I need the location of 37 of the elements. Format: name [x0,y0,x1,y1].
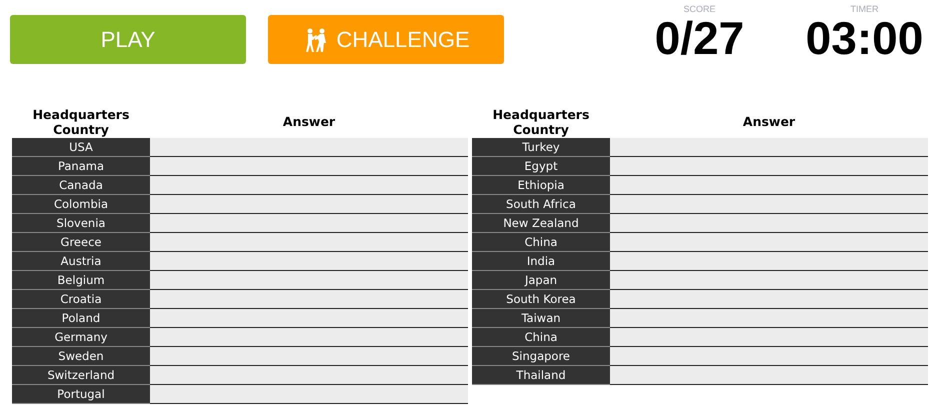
country-cell: Canada [12,176,150,194]
timer-value: 03:00 [806,14,924,62]
country-cell: New Zealand [472,214,610,232]
country-cell: India [472,252,610,270]
country-cell: Thailand [472,366,610,384]
country-cell: Portugal [12,385,150,403]
score-value: 0/27 [654,14,744,62]
country-cell: Austria [12,252,150,270]
timer-label: TIMER [850,4,878,14]
country-cell: Greece [12,233,150,251]
country-cell: Sweden [12,347,150,365]
country-cell: USA [12,138,150,156]
column-header: Headquarters Country [492,106,590,136]
country-cell: Slovenia [12,214,150,232]
column-header: Headquarters Country [32,106,130,136]
play-button[interactable]: PLAY [10,15,246,64]
country-cell: Poland [12,309,150,327]
challenge-button[interactable]: CHALLENGE [268,15,504,64]
country-cell: Germany [12,328,150,346]
country-cell: Belgium [12,271,150,289]
country-cell: Taiwan [472,309,610,327]
country-cell: China [472,233,610,251]
column-header: Answer [282,114,336,129]
country-cell: Colombia [12,195,150,213]
column-header: Answer [742,114,796,129]
country-cell: Turkey [472,138,610,156]
country-cell: Croatia [12,290,150,308]
country-cell: Ethiopia [472,176,610,194]
country-cell: South Korea [472,290,610,308]
country-cell: Switzerland [12,366,150,384]
country-cell: South Africa [472,195,610,213]
country-cell: Singapore [472,347,610,365]
country-cell: Japan [472,271,610,289]
score-label: SCORE [683,4,716,14]
country-cell: Panama [12,157,150,175]
country-cell: Egypt [472,157,610,175]
country-cell: China [472,328,610,346]
